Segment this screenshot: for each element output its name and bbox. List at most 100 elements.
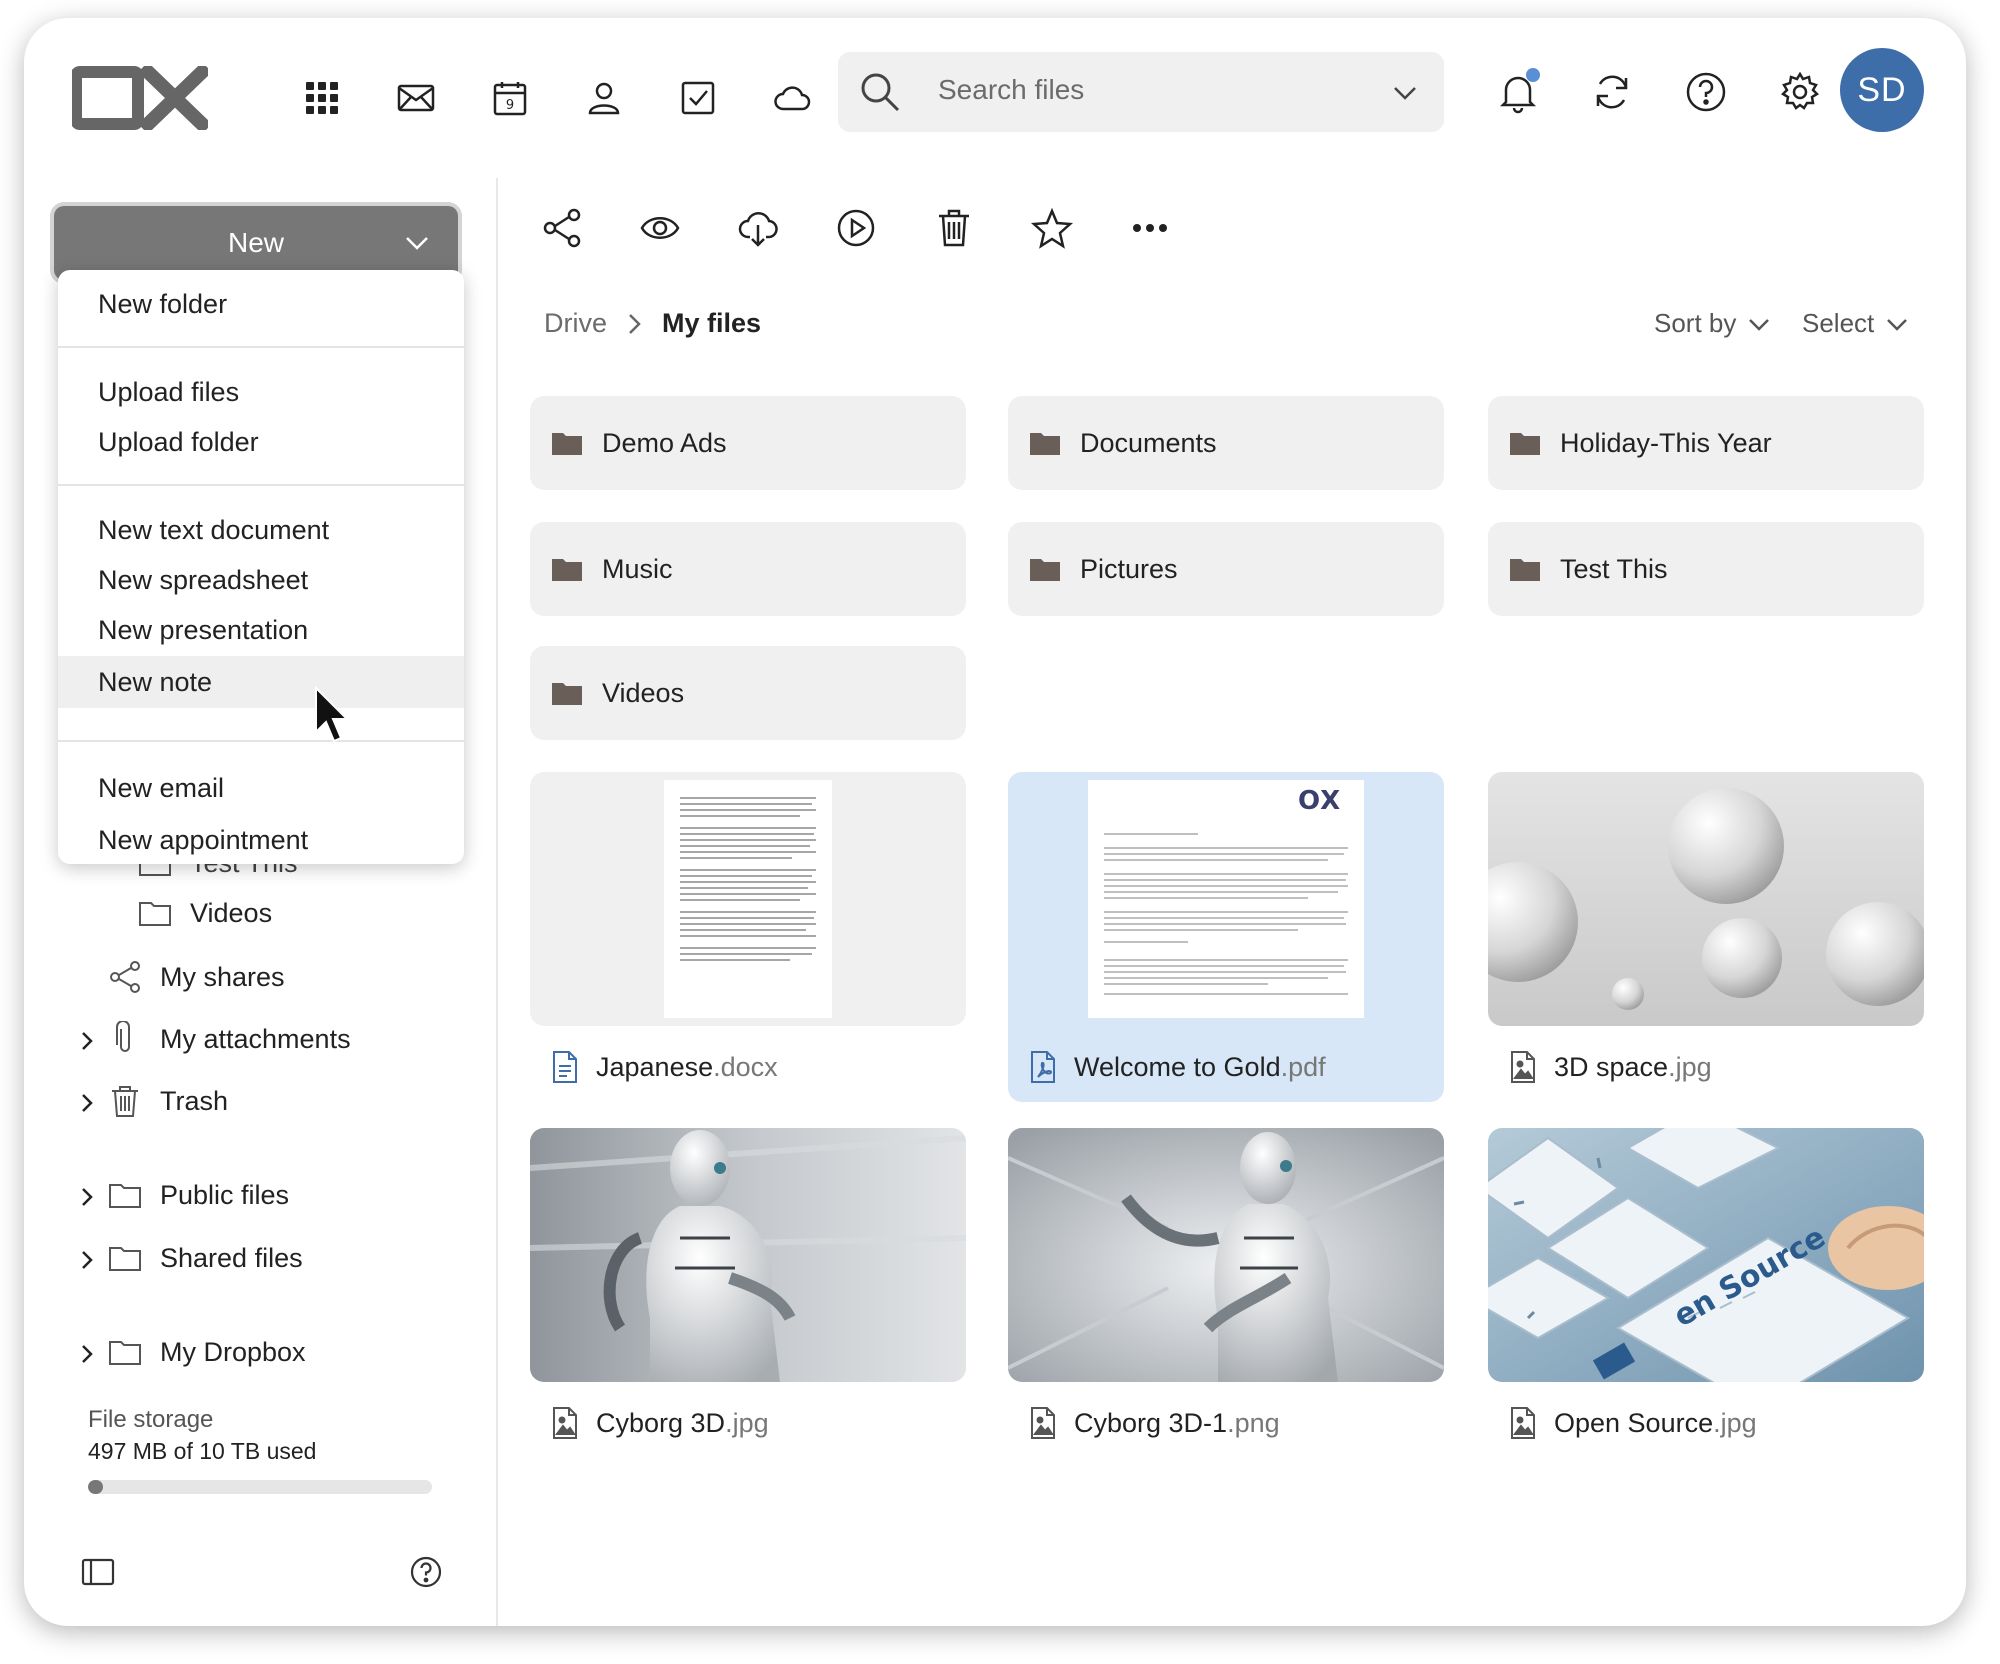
share-icon bbox=[106, 958, 144, 996]
menu-item-new-spreadsheet[interactable]: New spreadsheet bbox=[58, 556, 464, 604]
folder-card[interactable]: Test This bbox=[1488, 522, 1924, 616]
file-name-base: Open Source bbox=[1554, 1407, 1714, 1438]
image-file-icon bbox=[1511, 1407, 1535, 1439]
image-thumbnail bbox=[1008, 1128, 1444, 1382]
menu-item-new-folder[interactable]: New folder bbox=[58, 280, 464, 328]
file-name-ext: .png bbox=[1227, 1407, 1280, 1438]
file-name-ext: .jpg bbox=[725, 1407, 769, 1438]
download-cloud-icon[interactable] bbox=[734, 204, 782, 252]
chevron-right-icon[interactable] bbox=[76, 1092, 98, 1114]
select-label: Select bbox=[1802, 308, 1875, 338]
chevron-right-icon[interactable] bbox=[76, 1249, 98, 1271]
chevron-right-icon[interactable] bbox=[76, 1186, 98, 1208]
menu-item-new-note[interactable]: New note bbox=[58, 656, 464, 708]
file-card[interactable]: Japanese .docx bbox=[530, 772, 966, 1102]
sidebar-item-my-shares[interactable]: My shares bbox=[106, 958, 285, 996]
folder-card[interactable]: Holiday-This Year bbox=[1488, 396, 1924, 490]
sidebar-item-my-attachments[interactable]: My attachments bbox=[106, 1020, 351, 1058]
more-options-icon[interactable] bbox=[1126, 204, 1174, 252]
app-window: 9 Search files SD New Videos My shares M… bbox=[24, 18, 1966, 1626]
file-card-selected[interactable]: OX Welcome to Gold .pdf bbox=[1008, 772, 1444, 1102]
menu-item-new-appointment[interactable]: New appointment bbox=[58, 816, 464, 864]
file-card[interactable]: Cyborg 3D-1 .png bbox=[1008, 1128, 1444, 1458]
sort-by-dropdown[interactable]: Sort by bbox=[1654, 308, 1772, 339]
contacts-icon[interactable] bbox=[582, 76, 626, 120]
refresh-icon[interactable] bbox=[1584, 64, 1640, 120]
folder-card[interactable]: Videos bbox=[530, 646, 966, 740]
chevron-down-icon[interactable] bbox=[1390, 78, 1420, 108]
document-thumbnail bbox=[530, 772, 966, 1026]
file-name-ext: .jpg bbox=[1713, 1407, 1757, 1438]
paperclip-icon bbox=[106, 1020, 144, 1058]
mouse-cursor-icon bbox=[315, 686, 350, 743]
menu-item-upload-files[interactable]: Upload files bbox=[58, 368, 464, 416]
folder-name: Test This bbox=[1560, 553, 1668, 584]
file-card[interactable]: Cyborg 3D .jpg bbox=[530, 1128, 966, 1458]
mail-icon[interactable] bbox=[394, 76, 438, 120]
menu-divider bbox=[58, 740, 464, 742]
folder-icon bbox=[106, 1176, 144, 1214]
new-button[interactable]: New bbox=[54, 206, 458, 280]
cloud-drive-icon[interactable] bbox=[770, 76, 814, 120]
folder-icon bbox=[1510, 433, 1540, 455]
image-file-icon bbox=[1511, 1051, 1535, 1083]
folder-name: Demo Ads bbox=[602, 427, 727, 458]
play-icon[interactable] bbox=[832, 204, 880, 252]
menu-item-new-email[interactable]: New email bbox=[58, 764, 464, 812]
folder-icon bbox=[136, 894, 174, 932]
folder-card[interactable]: Demo Ads bbox=[530, 396, 966, 490]
sidebar-item-label: Public files bbox=[160, 1179, 290, 1210]
folder-name: Pictures bbox=[1080, 553, 1178, 584]
file-name: Japanese .docx bbox=[550, 1050, 778, 1084]
file-card[interactable]: en Source Open Source .jpg bbox=[1488, 1128, 1924, 1458]
trash-icon bbox=[106, 1082, 144, 1120]
toggle-sidebar-icon[interactable] bbox=[78, 1552, 118, 1592]
folder-card[interactable]: Pictures bbox=[1008, 522, 1444, 616]
sidebar-item-shared-files[interactable]: Shared files bbox=[106, 1239, 303, 1277]
file-name-base: Welcome to Gold bbox=[1074, 1051, 1281, 1082]
apps-grid-icon[interactable] bbox=[300, 76, 344, 120]
search-icon bbox=[861, 73, 900, 112]
search-placeholder[interactable]: Search files bbox=[938, 74, 1084, 106]
favorite-star-icon[interactable] bbox=[1028, 204, 1076, 252]
folder-card[interactable]: Music bbox=[530, 522, 966, 616]
view-eye-icon[interactable] bbox=[636, 204, 684, 252]
menu-item-upload-folder[interactable]: Upload folder bbox=[58, 418, 464, 466]
breadcrumb-drive[interactable]: Drive bbox=[544, 308, 607, 339]
share-icon[interactable] bbox=[538, 204, 586, 252]
sidebar-item-trash[interactable]: Trash bbox=[106, 1082, 228, 1120]
folder-name: Holiday-This Year bbox=[1560, 427, 1772, 458]
sidebar-item-public-files[interactable]: Public files bbox=[106, 1176, 289, 1214]
file-card[interactable]: 3D space .jpg bbox=[1488, 772, 1924, 1102]
help-icon[interactable] bbox=[406, 1552, 446, 1592]
sidebar-item-label: Trash bbox=[160, 1085, 229, 1116]
notifications-bell-icon[interactable] bbox=[1490, 64, 1546, 120]
ox-logo[interactable] bbox=[72, 66, 208, 130]
sidebar-item-label: My attachments bbox=[160, 1023, 351, 1054]
pdf-thumbnail: OX bbox=[1008, 772, 1444, 1026]
calendar-icon[interactable]: 9 bbox=[488, 76, 532, 120]
folder-card[interactable]: Documents bbox=[1008, 396, 1444, 490]
file-name: Open Source .jpg bbox=[1508, 1406, 1757, 1440]
chevron-right-icon[interactable] bbox=[76, 1030, 98, 1052]
menu-divider bbox=[58, 346, 464, 348]
svg-text:9: 9 bbox=[506, 98, 514, 113]
file-name-ext: .docx bbox=[713, 1051, 778, 1082]
search-box[interactable]: Search files bbox=[838, 52, 1444, 132]
folder-icon bbox=[552, 559, 582, 581]
file-name: 3D space .jpg bbox=[1508, 1050, 1712, 1084]
file-name-ext: .jpg bbox=[1668, 1051, 1712, 1082]
help-icon[interactable] bbox=[1678, 64, 1734, 120]
chevron-right-icon[interactable] bbox=[76, 1343, 98, 1365]
select-dropdown[interactable]: Select bbox=[1802, 308, 1910, 339]
sidebar-item-my-dropbox[interactable]: My Dropbox bbox=[106, 1333, 306, 1371]
settings-gear-icon[interactable] bbox=[1772, 64, 1828, 120]
delete-trash-icon[interactable] bbox=[930, 204, 978, 252]
tasks-icon[interactable] bbox=[676, 76, 720, 120]
file-name: Welcome to Gold .pdf bbox=[1028, 1050, 1326, 1084]
menu-item-new-text-document[interactable]: New text document bbox=[58, 506, 464, 554]
sidebar-item-label: Shared files bbox=[160, 1242, 303, 1273]
menu-item-new-presentation[interactable]: New presentation bbox=[58, 606, 464, 654]
user-avatar[interactable]: SD bbox=[1840, 48, 1924, 132]
sidebar-item-videos[interactable]: Videos bbox=[136, 894, 272, 932]
